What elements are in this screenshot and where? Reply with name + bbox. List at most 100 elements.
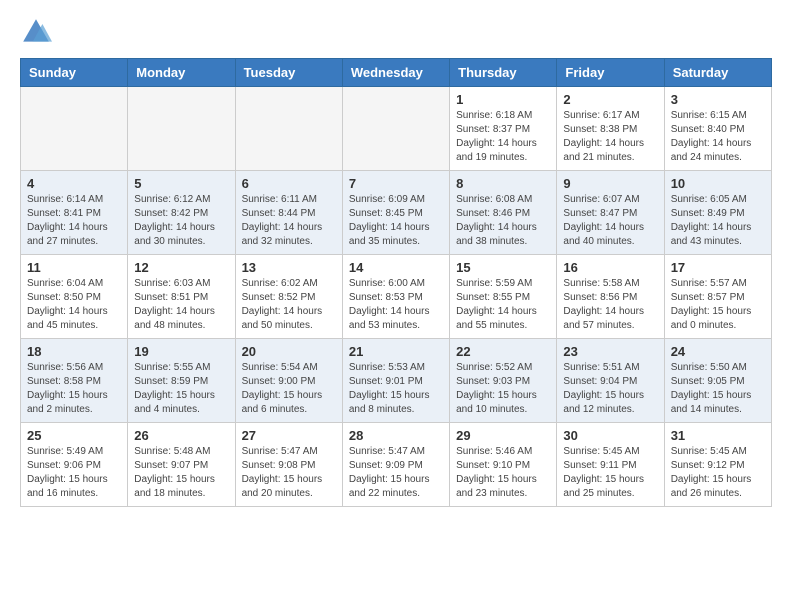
logo-icon bbox=[20, 16, 52, 48]
calendar-cell: 1Sunrise: 6:18 AMSunset: 8:37 PMDaylight… bbox=[450, 87, 557, 171]
calendar-cell: 14 Sunrise: 6:00 AMSunset: 8:53 PMDayligh… bbox=[342, 255, 449, 339]
weekday-header-row: SundayMondayTuesdayWednesdayThursdayFrid… bbox=[21, 59, 772, 87]
day-number: 5 bbox=[134, 176, 228, 191]
calendar-cell: 15 Sunrise: 5:59 AMSunset: 8:55 PMDayligh… bbox=[450, 255, 557, 339]
weekday-header-monday: Monday bbox=[128, 59, 235, 87]
day-number: 20 bbox=[242, 344, 336, 359]
calendar-cell: 27 Sunrise: 5:47 AMSunset: 9:08 PMDayligh… bbox=[235, 423, 342, 507]
day-number: 8 bbox=[456, 176, 550, 191]
calendar-week-3: 11 Sunrise: 6:04 AMSunset: 8:50 PMDayligh… bbox=[21, 255, 772, 339]
calendar-cell: 24 Sunrise: 5:50 AMSunset: 9:05 PMDayligh… bbox=[664, 339, 771, 423]
day-number: 9 bbox=[563, 176, 657, 191]
day-number: 13 bbox=[242, 260, 336, 275]
day-info: Sunrise: 5:46 AMSunset: 9:10 PMDaylight:… bbox=[456, 445, 550, 501]
day-info: Sunrise: 6:00 AMSunset: 8:53 PMDaylight:… bbox=[349, 277, 443, 333]
calendar-cell: 10 Sunrise: 6:05 AMSunset: 8:49 PMDayligh… bbox=[664, 171, 771, 255]
weekday-header-saturday: Saturday bbox=[664, 59, 771, 87]
day-info: Sunrise: 5:52 AMSunset: 9:03 PMDaylight:… bbox=[456, 361, 550, 417]
day-info: Sunrise: 5:50 AMSunset: 9:05 PMDaylight:… bbox=[671, 361, 765, 417]
day-number: 10 bbox=[671, 176, 765, 191]
calendar-cell: 12Sunrise: 6:03 AMSunset: 8:51 PMDayligh… bbox=[128, 255, 235, 339]
day-number: 2 bbox=[563, 92, 657, 107]
calendar-cell: 7 Sunrise: 6:09 AMSunset: 8:45 PMDaylight… bbox=[342, 171, 449, 255]
day-number: 4 bbox=[27, 176, 121, 191]
calendar-cell: 5 Sunrise: 6:12 AMSunset: 8:42 PMDaylight… bbox=[128, 171, 235, 255]
day-number: 14 bbox=[349, 260, 443, 275]
day-number: 28 bbox=[349, 428, 443, 443]
day-info: Sunrise: 5:53 AMSunset: 9:01 PMDaylight:… bbox=[349, 361, 443, 417]
weekday-header-friday: Friday bbox=[557, 59, 664, 87]
day-number: 3 bbox=[671, 92, 765, 107]
calendar-cell bbox=[21, 87, 128, 171]
calendar-cell: 4 Sunrise: 6:14 AMSunset: 8:41 PMDaylight… bbox=[21, 171, 128, 255]
calendar-cell: 13 Sunrise: 6:02 AMSunset: 8:52 PMDayligh… bbox=[235, 255, 342, 339]
day-number: 30 bbox=[563, 428, 657, 443]
calendar-week-5: 25Sunrise: 5:49 AMSunset: 9:06 PMDayligh… bbox=[21, 423, 772, 507]
calendar-cell: 8Sunrise: 6:08 AMSunset: 8:46 PMDaylight… bbox=[450, 171, 557, 255]
day-number: 26 bbox=[134, 428, 228, 443]
calendar-cell: 18 Sunrise: 5:56 AMSunset: 8:58 PMDayligh… bbox=[21, 339, 128, 423]
day-number: 25 bbox=[27, 428, 121, 443]
calendar-cell: 6 Sunrise: 6:11 AMSunset: 8:44 PMDaylight… bbox=[235, 171, 342, 255]
day-number: 19 bbox=[134, 344, 228, 359]
day-number: 7 bbox=[349, 176, 443, 191]
calendar-cell: 31 Sunrise: 5:45 AMSunset: 9:12 PMDayligh… bbox=[664, 423, 771, 507]
day-info: Sunrise: 5:54 AMSunset: 9:00 PMDaylight:… bbox=[242, 361, 336, 417]
day-info: Sunrise: 5:47 AMSunset: 9:08 PMDaylight:… bbox=[242, 445, 336, 501]
calendar-cell: 16 Sunrise: 5:58 AMSunset: 8:56 PMDayligh… bbox=[557, 255, 664, 339]
day-number: 18 bbox=[27, 344, 121, 359]
calendar-cell: 2Sunrise: 6:17 AMSunset: 8:38 PMDaylight… bbox=[557, 87, 664, 171]
day-number: 6 bbox=[242, 176, 336, 191]
day-info: Sunrise: 6:18 AMSunset: 8:37 PMDaylight:… bbox=[456, 109, 550, 165]
day-info: Sunrise: 5:56 AMSunset: 8:58 PMDaylight:… bbox=[27, 361, 121, 417]
day-info: Sunrise: 5:45 AMSunset: 9:11 PMDaylight:… bbox=[563, 445, 657, 501]
calendar-cell bbox=[342, 87, 449, 171]
day-info: Sunrise: 5:59 AMSunset: 8:55 PMDaylight:… bbox=[456, 277, 550, 333]
day-info: Sunrise: 6:09 AMSunset: 8:45 PMDaylight:… bbox=[349, 193, 443, 249]
calendar-cell bbox=[235, 87, 342, 171]
calendar-cell: 28Sunrise: 5:47 AMSunset: 9:09 PMDayligh… bbox=[342, 423, 449, 507]
day-info: Sunrise: 6:07 AMSunset: 8:47 PMDaylight:… bbox=[563, 193, 657, 249]
day-info: Sunrise: 6:03 AMSunset: 8:51 PMDaylight:… bbox=[134, 277, 228, 333]
calendar-cell: 19 Sunrise: 5:55 AMSunset: 8:59 PMDayligh… bbox=[128, 339, 235, 423]
day-info: Sunrise: 5:45 AMSunset: 9:12 PMDaylight:… bbox=[671, 445, 765, 501]
calendar-cell: 25Sunrise: 5:49 AMSunset: 9:06 PMDayligh… bbox=[21, 423, 128, 507]
calendar-week-2: 4 Sunrise: 6:14 AMSunset: 8:41 PMDaylight… bbox=[21, 171, 772, 255]
day-info: Sunrise: 6:02 AMSunset: 8:52 PMDaylight:… bbox=[242, 277, 336, 333]
day-info: Sunrise: 6:11 AMSunset: 8:44 PMDaylight:… bbox=[242, 193, 336, 249]
day-number: 15 bbox=[456, 260, 550, 275]
calendar-cell: 22 Sunrise: 5:52 AMSunset: 9:03 PMDayligh… bbox=[450, 339, 557, 423]
day-info: Sunrise: 6:12 AMSunset: 8:42 PMDaylight:… bbox=[134, 193, 228, 249]
day-number: 24 bbox=[671, 344, 765, 359]
day-info: Sunrise: 5:48 AMSunset: 9:07 PMDaylight:… bbox=[134, 445, 228, 501]
day-number: 11 bbox=[27, 260, 121, 275]
day-info: Sunrise: 6:04 AMSunset: 8:50 PMDaylight:… bbox=[27, 277, 121, 333]
weekday-header-sunday: Sunday bbox=[21, 59, 128, 87]
day-info: Sunrise: 5:57 AMSunset: 8:57 PMDaylight:… bbox=[671, 277, 765, 333]
calendar-cell: 23 Sunrise: 5:51 AMSunset: 9:04 PMDayligh… bbox=[557, 339, 664, 423]
day-number: 17 bbox=[671, 260, 765, 275]
day-number: 22 bbox=[456, 344, 550, 359]
day-number: 16 bbox=[563, 260, 657, 275]
day-number: 27 bbox=[242, 428, 336, 443]
calendar-cell: 17 Sunrise: 5:57 AMSunset: 8:57 PMDayligh… bbox=[664, 255, 771, 339]
day-info: Sunrise: 6:14 AMSunset: 8:41 PMDaylight:… bbox=[27, 193, 121, 249]
day-info: Sunrise: 6:15 AMSunset: 8:40 PMDaylight:… bbox=[671, 109, 765, 165]
calendar-cell: 20 Sunrise: 5:54 AMSunset: 9:00 PMDayligh… bbox=[235, 339, 342, 423]
calendar-cell: 26 Sunrise: 5:48 AMSunset: 9:07 PMDayligh… bbox=[128, 423, 235, 507]
logo bbox=[20, 16, 56, 48]
calendar-cell: 21 Sunrise: 5:53 AMSunset: 9:01 PMDayligh… bbox=[342, 339, 449, 423]
day-info: Sunrise: 5:55 AMSunset: 8:59 PMDaylight:… bbox=[134, 361, 228, 417]
calendar-cell: 30 Sunrise: 5:45 AMSunset: 9:11 PMDayligh… bbox=[557, 423, 664, 507]
weekday-header-wednesday: Wednesday bbox=[342, 59, 449, 87]
day-number: 31 bbox=[671, 428, 765, 443]
day-number: 21 bbox=[349, 344, 443, 359]
page: SundayMondayTuesdayWednesdayThursdayFrid… bbox=[0, 0, 792, 523]
weekday-header-tuesday: Tuesday bbox=[235, 59, 342, 87]
day-info: Sunrise: 6:05 AMSunset: 8:49 PMDaylight:… bbox=[671, 193, 765, 249]
day-info: Sunrise: 5:51 AMSunset: 9:04 PMDaylight:… bbox=[563, 361, 657, 417]
day-info: Sunrise: 5:58 AMSunset: 8:56 PMDaylight:… bbox=[563, 277, 657, 333]
calendar-table: SundayMondayTuesdayWednesdayThursdayFrid… bbox=[20, 58, 772, 507]
calendar-cell bbox=[128, 87, 235, 171]
day-number: 23 bbox=[563, 344, 657, 359]
